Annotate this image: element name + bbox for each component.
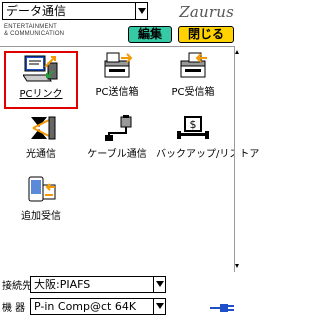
app-pc-outbox[interactable]: PC送信箱 bbox=[80, 51, 154, 109]
chevron-down-icon bbox=[153, 276, 165, 292]
device-row: 機 器 P-in Comp@ct 64K bbox=[0, 296, 240, 316]
category-dropdown-value: データ通信 bbox=[6, 4, 67, 18]
app-grid: PCリンク PC送信箱 PC受信箱 光通信 ケーブル通信 $ バックアップ/リス… bbox=[0, 46, 260, 272]
scroll-down-icon[interactable] bbox=[235, 264, 239, 268]
backup-restore-icon: $ bbox=[177, 116, 209, 139]
tagline-line-1: ENTERTAINMENT bbox=[4, 24, 58, 30]
pc-link-icon bbox=[23, 55, 58, 82]
app-pc-inbox[interactable]: PC受信箱 bbox=[156, 51, 230, 109]
connection-plug-icon bbox=[210, 304, 234, 312]
close-button[interactable]: 閉じる bbox=[178, 26, 234, 43]
app-label: PCリンク bbox=[19, 89, 63, 100]
app-additional-receive[interactable]: 追加受信 bbox=[4, 175, 78, 233]
infrared-icon bbox=[31, 116, 56, 140]
app-label: 光通信 bbox=[26, 149, 56, 160]
brand-logo: Zaurus bbox=[179, 3, 234, 21]
device-dropdown[interactable]: P-in Comp@ct 64K bbox=[30, 297, 166, 315]
app-backup-restore[interactable]: $ バックアップ/リストア bbox=[156, 113, 260, 171]
svg-text:$: $ bbox=[190, 118, 197, 131]
connection-dropdown-value: 大阪:PIAFS bbox=[34, 277, 91, 291]
category-dropdown[interactable]: データ通信 bbox=[2, 2, 148, 20]
app-label: バックアップ/リストア bbox=[156, 149, 260, 160]
pc-outbox-icon bbox=[104, 52, 133, 78]
chevron-down-icon bbox=[135, 3, 147, 19]
app-pc-link[interactable]: PCリンク bbox=[4, 51, 78, 109]
pc-inbox-icon bbox=[180, 52, 207, 78]
tagline-line-2: & COMMUNICATION bbox=[4, 31, 65, 37]
scrollbar[interactable] bbox=[234, 46, 240, 272]
connection-label: 接続先 bbox=[2, 280, 32, 292]
connection-dropdown[interactable]: 大阪:PIAFS bbox=[30, 275, 166, 293]
connection-row: 接続先 大阪:PIAFS bbox=[0, 274, 240, 294]
device-dropdown-value: P-in Comp@ct 64K bbox=[34, 299, 137, 313]
device-label: 機 器 bbox=[2, 302, 26, 314]
app-label: PC送信箱 bbox=[95, 87, 139, 98]
edit-button[interactable]: 編集 bbox=[128, 26, 172, 43]
brand-tagline: ENTERTAINMENT & COMMUNICATION bbox=[4, 24, 64, 38]
additional-receive-icon bbox=[28, 176, 56, 202]
app-infrared[interactable]: 光通信 bbox=[4, 113, 78, 171]
app-label: ケーブル通信 bbox=[87, 149, 147, 160]
cable-icon bbox=[105, 115, 132, 141]
chevron-down-icon bbox=[153, 298, 165, 314]
app-label: 追加受信 bbox=[21, 211, 61, 222]
scroll-up-icon[interactable] bbox=[235, 50, 239, 54]
app-cable[interactable]: ケーブル通信 bbox=[80, 113, 154, 171]
app-label: PC受信箱 bbox=[171, 87, 215, 98]
